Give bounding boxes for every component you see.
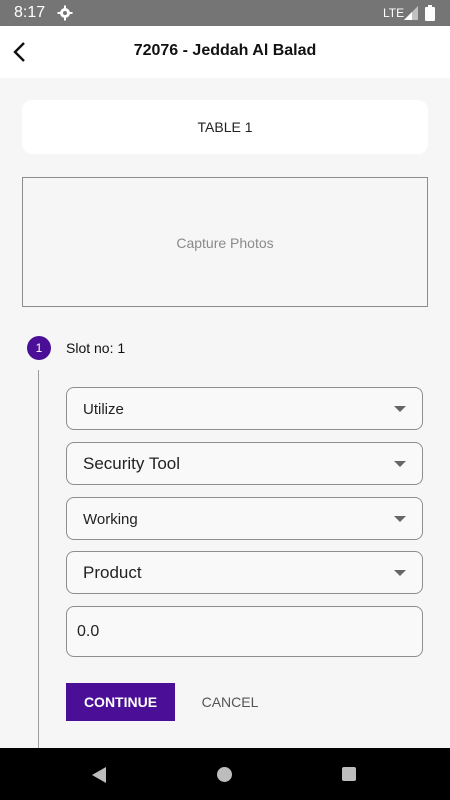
type-value: Product xyxy=(83,563,142,582)
step-connector-line xyxy=(38,370,39,748)
dropdown-arrow-icon xyxy=(394,516,406,522)
category-value: Security Tool xyxy=(83,454,181,473)
status-time: 8:17 xyxy=(14,4,46,21)
type-dropdown[interactable]: Product xyxy=(66,551,423,594)
cancel-button[interactable]: CANCEL xyxy=(188,683,272,721)
dropdown-arrow-icon xyxy=(394,570,406,576)
nav-back-icon[interactable] xyxy=(90,766,108,789)
table-label: TABLE 1 xyxy=(197,119,253,135)
category-dropdown[interactable]: Security Tool xyxy=(66,442,423,485)
status-bar: 8:17 LTE xyxy=(0,0,450,26)
table-card: TABLE 1 xyxy=(22,100,428,154)
dropdown-arrow-icon xyxy=(394,406,406,412)
nav-home-icon[interactable] xyxy=(217,767,232,782)
settings-gear-icon xyxy=(57,5,73,26)
status-dropdown[interactable]: Working xyxy=(66,497,423,540)
status-value: Working xyxy=(83,511,138,528)
step-label: Slot no: 1 xyxy=(66,340,126,356)
signal-icon xyxy=(404,6,418,25)
page-title: 72076 - Jeddah Al Balad xyxy=(133,42,317,59)
continue-button[interactable]: CONTINUE xyxy=(66,683,175,721)
network-type: LTE xyxy=(383,6,405,20)
utilization-dropdown[interactable]: Utilize xyxy=(66,387,423,430)
capture-photos-area[interactable]: Capture Photos xyxy=(22,177,428,307)
app-bar: 72076 - Jeddah Al Balad xyxy=(0,26,450,78)
quantity-input[interactable] xyxy=(77,619,397,645)
capture-photos-label: Capture Photos xyxy=(176,235,274,251)
nav-recents-icon[interactable] xyxy=(342,767,356,781)
step-number-badge: 1 xyxy=(27,336,51,360)
system-nav-bar xyxy=(0,748,450,800)
battery-icon xyxy=(425,5,435,26)
quantity-field[interactable] xyxy=(66,606,423,657)
dropdown-arrow-icon xyxy=(394,461,406,467)
utilization-value: Utilize xyxy=(83,401,124,418)
